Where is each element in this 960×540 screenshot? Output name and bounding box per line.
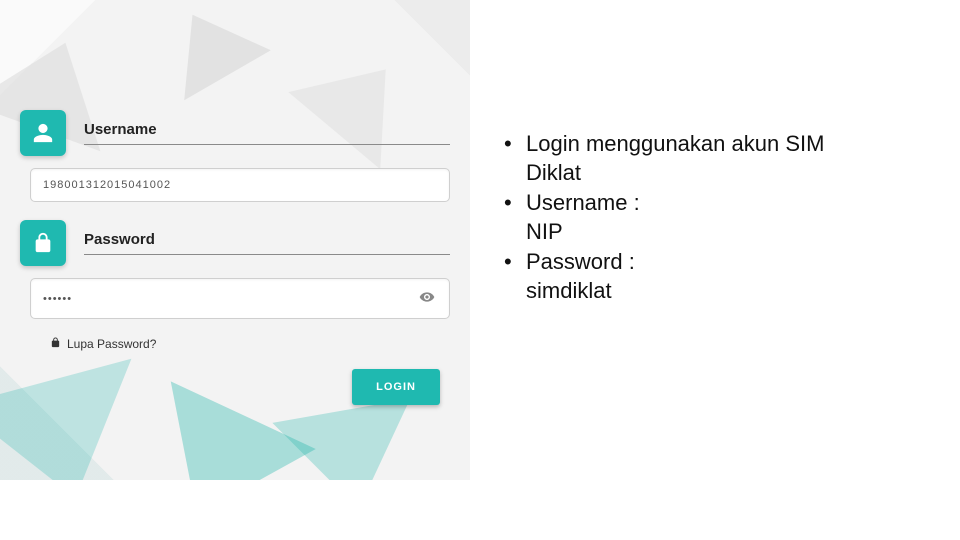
instructions-panel: Login menggunakan akun SIM Diklat Userna… — [470, 0, 960, 540]
toggle-password-visibility[interactable] — [417, 289, 437, 308]
eye-icon — [419, 293, 435, 308]
username-input-box[interactable] — [30, 168, 450, 202]
login-panel: Username Password — [0, 0, 470, 480]
login-button[interactable]: LOGIN — [352, 369, 440, 405]
forgot-password-label: Lupa Password? — [67, 337, 156, 351]
login-form: Username Password — [20, 110, 450, 405]
slide: Username Password — [0, 0, 960, 540]
username-header: Username — [20, 110, 450, 156]
password-label: Password — [84, 231, 450, 255]
lock-icon — [20, 220, 66, 266]
username-input[interactable] — [43, 179, 437, 191]
password-input-box[interactable] — [30, 278, 450, 319]
instruction-item-3: Password : simdiklat — [504, 248, 920, 305]
forgot-password-link[interactable]: Lupa Password? — [50, 337, 156, 351]
instruction-list: Login menggunakan akun SIM Diklat Userna… — [504, 130, 920, 306]
username-label: Username — [84, 121, 450, 145]
user-icon — [20, 110, 66, 156]
password-header: Password — [20, 220, 450, 266]
instruction-item-2: Username : NIP — [504, 189, 920, 246]
password-input[interactable] — [43, 293, 417, 305]
instruction-item-1: Login menggunakan akun SIM Diklat — [504, 130, 920, 187]
lock-small-icon — [50, 337, 61, 351]
